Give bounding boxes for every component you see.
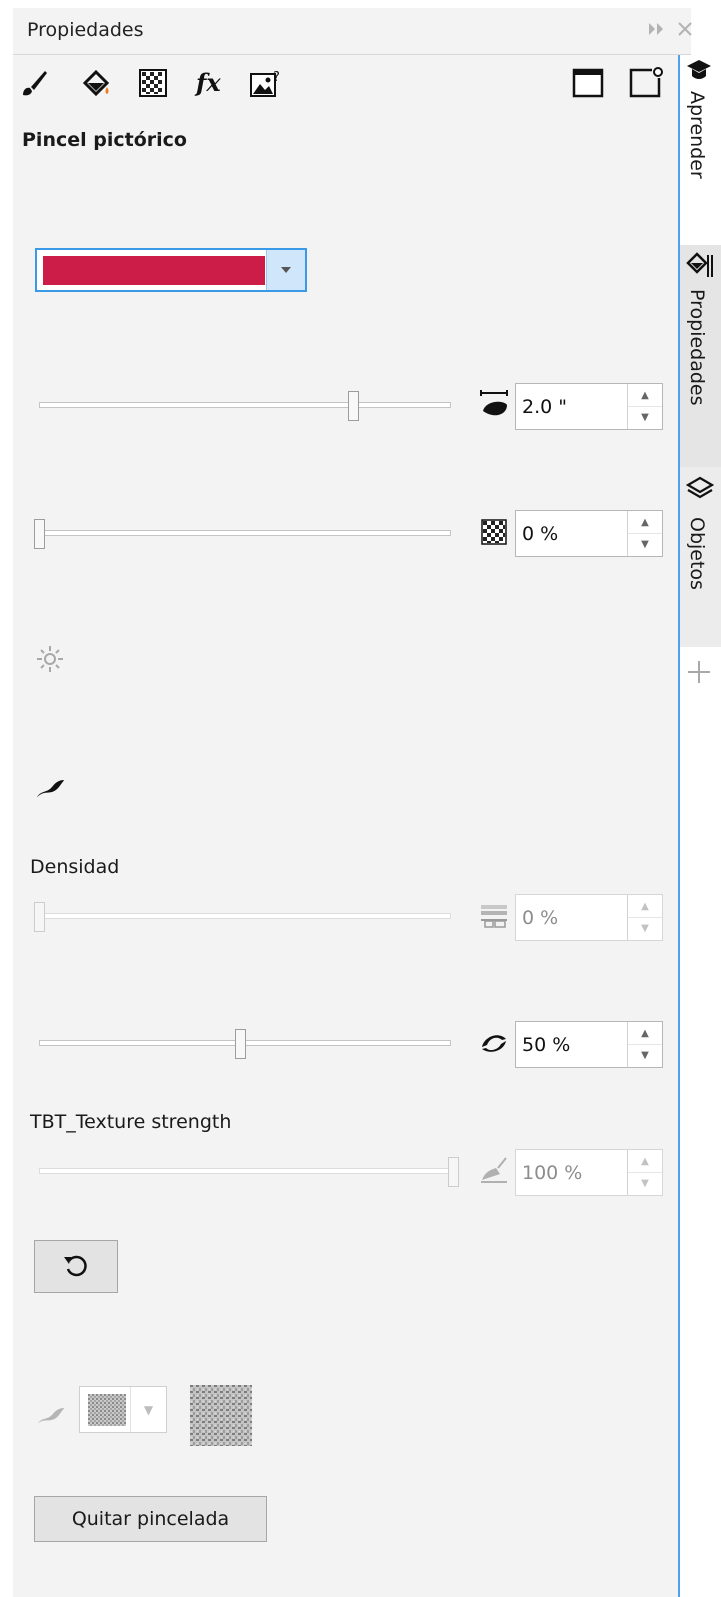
left-margin xyxy=(0,0,13,1597)
rotation-icon xyxy=(478,1027,510,1059)
tab-propiedades-label: Propiedades xyxy=(686,289,708,406)
texture-strength-value[interactable]: 100 % xyxy=(522,1162,582,1184)
size-slider-thumb[interactable] xyxy=(348,391,359,421)
app-root: Propiedades fx ? Pincel pictórico 2.0 " … xyxy=(0,0,721,1597)
tab-objetos[interactable]: Objetos xyxy=(680,467,721,647)
texture-strength-slider[interactable] xyxy=(39,1157,459,1187)
section-title: Pincel pictórico xyxy=(22,129,187,151)
rotation-decrement-button[interactable]: ▼ xyxy=(628,1044,662,1066)
rotation-increment-button[interactable]: ▲ xyxy=(628,1022,662,1045)
transparency-value[interactable]: 0 % xyxy=(522,523,558,545)
texture-stroke-icon xyxy=(35,1398,67,1430)
tab-objetos-label: Objetos xyxy=(686,517,708,590)
panel-header: Propiedades xyxy=(13,8,693,55)
tab-propiedades[interactable]: Propiedades xyxy=(680,245,721,467)
chevron-down-icon[interactable] xyxy=(266,250,305,290)
plus-icon[interactable] xyxy=(686,659,712,689)
texture-strength-decrement-button[interactable]: ▼ xyxy=(628,1172,662,1194)
reset-icon xyxy=(61,1250,91,1284)
density-slider-thumb[interactable] xyxy=(34,902,45,932)
density-label: Densidad xyxy=(30,856,120,878)
transparency-decrement-button[interactable]: ▼ xyxy=(628,533,662,555)
transparency-slider-thumb[interactable] xyxy=(34,519,45,549)
rotation-stepper[interactable]: 50 % ▲ ▼ xyxy=(515,1021,663,1068)
svg-text:fx: fx xyxy=(194,68,221,97)
density-increment-button[interactable]: ▲ xyxy=(628,895,662,918)
transparency-increment-button[interactable]: ▲ xyxy=(628,511,662,534)
rotation-slider[interactable] xyxy=(39,1029,451,1059)
stroke-icon[interactable] xyxy=(34,771,66,803)
transparency-slider[interactable] xyxy=(34,519,451,549)
properties-icon xyxy=(686,251,714,283)
image-adjust-icon[interactable]: ? xyxy=(248,65,284,101)
density-decrement-button[interactable]: ▼ xyxy=(628,917,662,939)
texture-dropdown[interactable]: ▼ xyxy=(79,1386,167,1433)
frame-options-icon[interactable] xyxy=(628,65,664,101)
expand-icon[interactable] xyxy=(647,21,667,42)
density-stepper[interactable]: 0 % ▲ ▼ xyxy=(515,894,663,941)
property-toolbar: fx ? xyxy=(13,55,691,112)
reset-button[interactable] xyxy=(34,1240,118,1293)
svg-text:?: ? xyxy=(273,70,280,85)
texture-preview xyxy=(190,1385,252,1446)
size-decrement-button[interactable]: ▼ xyxy=(628,406,662,428)
rotation-value[interactable]: 50 % xyxy=(522,1034,570,1056)
texture-strength-icon xyxy=(478,1155,510,1187)
texture-strength-increment-button[interactable]: ▲ xyxy=(628,1150,662,1173)
transparency-stepper[interactable]: 0 % ▲ ▼ xyxy=(515,510,663,557)
texture-strength-stepper[interactable]: 100 % ▲ ▼ xyxy=(515,1149,663,1196)
frame-icon[interactable] xyxy=(570,65,606,101)
fill-icon[interactable] xyxy=(79,65,115,101)
color-swatch xyxy=(43,256,265,285)
density-slider[interactable] xyxy=(34,902,451,932)
density-value[interactable]: 0 % xyxy=(522,907,558,929)
rotation-slider-thumb[interactable] xyxy=(235,1029,246,1059)
cap-icon xyxy=(686,57,712,87)
size-increment-button[interactable]: ▲ xyxy=(628,384,662,407)
brush-icon[interactable] xyxy=(16,65,52,101)
tab-aprender-label: Aprender xyxy=(686,91,708,179)
density-field-icon xyxy=(478,900,510,932)
texture-swatch xyxy=(88,1394,126,1426)
size-stepper[interactable]: 2.0 " ▲ ▼ xyxy=(515,383,663,430)
sun-icon[interactable] xyxy=(34,643,66,675)
remove-stroke-button[interactable]: Quitar pincelada xyxy=(34,1496,267,1542)
size-slider[interactable] xyxy=(39,391,451,421)
close-icon[interactable] xyxy=(677,21,693,42)
transparency-icon[interactable] xyxy=(135,65,171,101)
docker-tabs: Aprender Propiedades Objetos xyxy=(678,55,721,1597)
chevron-down-icon[interactable]: ▼ xyxy=(130,1387,166,1432)
size-value[interactable]: 2.0 " xyxy=(522,396,567,418)
fx-icon[interactable]: fx xyxy=(193,65,229,101)
color-dropdown[interactable] xyxy=(35,248,307,292)
texture-strength-slider-thumb[interactable] xyxy=(448,1157,459,1187)
texture-strength-label: TBT_Texture strength xyxy=(30,1111,232,1133)
properties-panel: Propiedades fx ? Pincel pictórico 2.0 " … xyxy=(13,8,693,1597)
panel-title: Propiedades xyxy=(27,19,144,41)
layers-icon xyxy=(685,475,715,507)
nib-size-icon xyxy=(478,389,510,421)
tab-aprender[interactable]: Aprender xyxy=(680,55,721,205)
transparency-field-icon xyxy=(478,516,510,548)
